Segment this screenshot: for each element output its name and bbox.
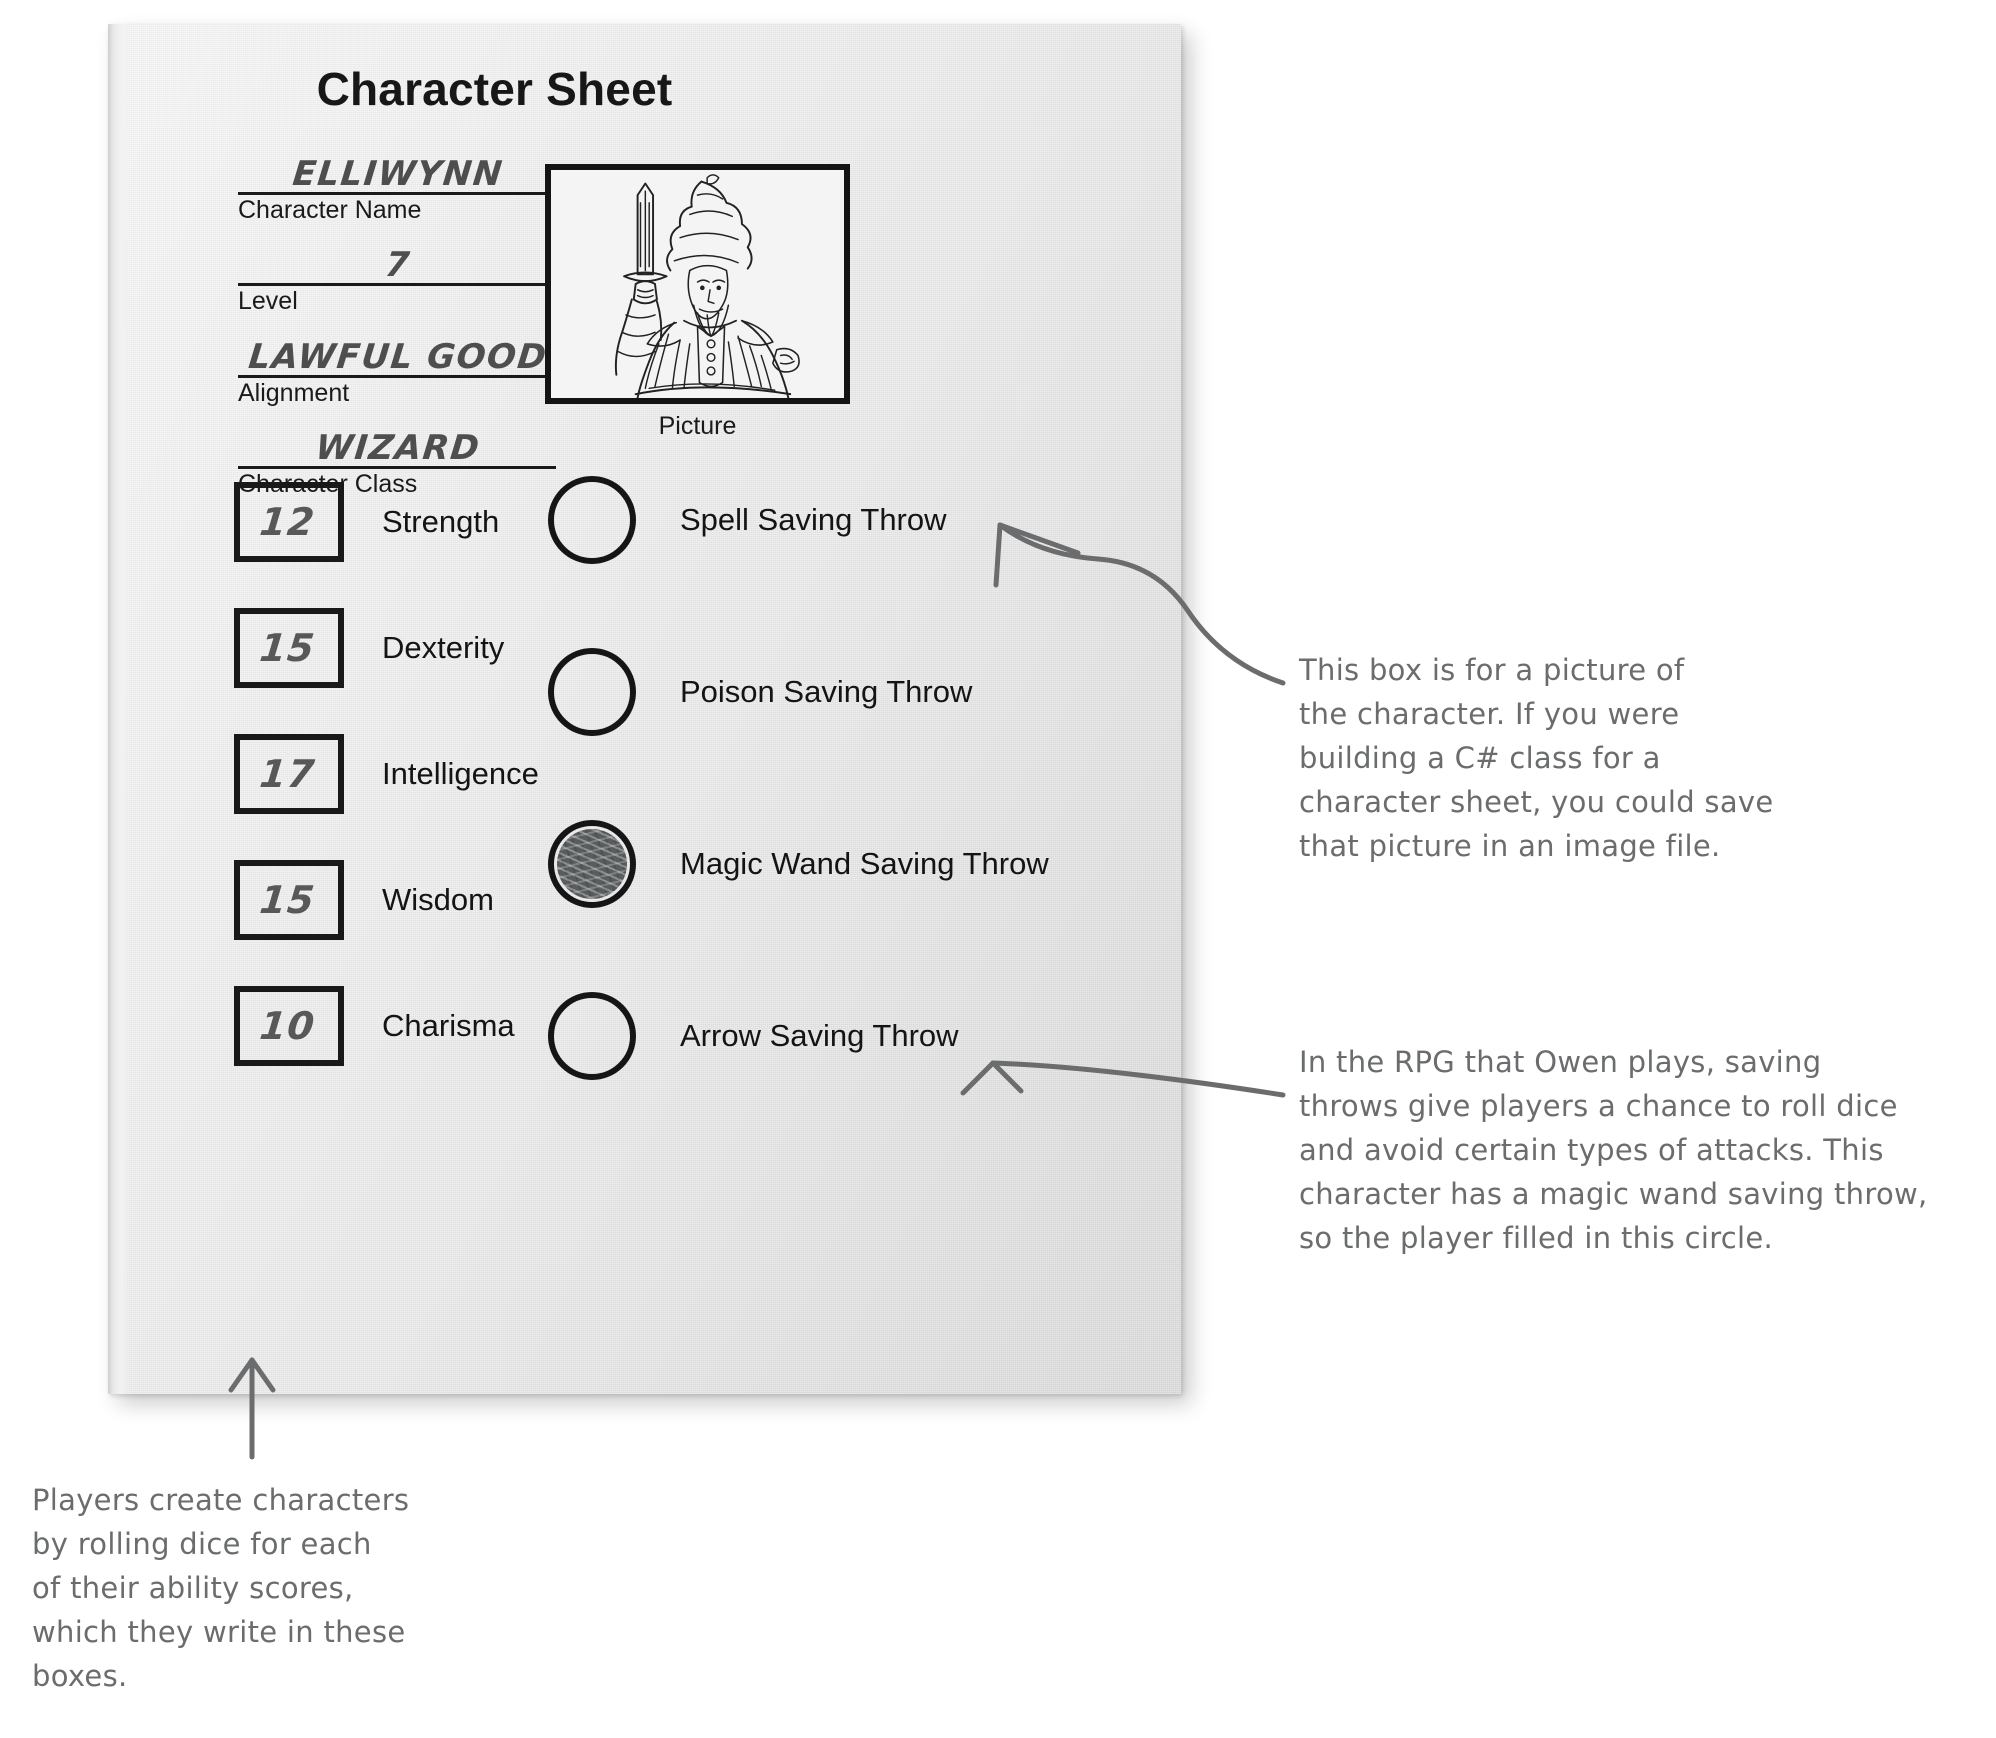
- ability-row-strength[interactable]: 12 Strength: [234, 482, 539, 562]
- annotation-picture-note: This box is for a picture of the charact…: [1299, 653, 1774, 864]
- ability-score-box: 17: [234, 734, 344, 814]
- saving-throw-label: Spell Saving Throw: [680, 502, 947, 538]
- character-picture-box[interactable]: [545, 164, 850, 404]
- saving-throw-row-arrow[interactable]: Arrow Saving Throw: [548, 988, 1049, 1084]
- ability-name-label: Intelligence: [382, 756, 539, 791]
- field-alignment[interactable]: LAWFUL GOOD Alignment: [238, 335, 558, 406]
- saving-throw-circle-spell[interactable]: [548, 476, 636, 564]
- ability-row-charisma[interactable]: 10 Charisma: [234, 986, 539, 1066]
- ability-score-value: 15: [257, 878, 317, 922]
- ability-score-box: 15: [234, 608, 344, 688]
- field-character-name[interactable]: ELLIWYNN Character Name: [238, 152, 558, 223]
- ability-score-box: 12: [234, 482, 344, 562]
- annotation-ability-boxes-note: Players create characters by rolling dic…: [32, 1483, 410, 1694]
- level-label: Level: [238, 287, 298, 316]
- level-value: 7: [383, 245, 413, 286]
- ability-name-label: Charisma: [382, 1008, 515, 1043]
- saving-throw-label: Arrow Saving Throw: [680, 1018, 959, 1054]
- saving-throw-row-spell[interactable]: Spell Saving Throw: [548, 472, 1049, 568]
- ability-row-dexterity[interactable]: 15 Dexterity: [234, 608, 539, 688]
- saving-throws-list: Spell Saving Throw Poison Saving Throw M…: [548, 472, 1049, 1160]
- character-class-value: WIZARD: [313, 427, 483, 468]
- ability-name-label: Strength: [382, 504, 500, 539]
- saving-throw-circle-poison[interactable]: [548, 648, 636, 736]
- field-level[interactable]: 7 Level: [238, 243, 558, 316]
- ability-score-value: 15: [257, 626, 317, 670]
- page-title: Character Sheet: [316, 63, 673, 115]
- character-name-value: ELLIWYNN: [290, 154, 506, 194]
- ability-name-label: Dexterity: [382, 630, 505, 665]
- character-sheet-paper: Character Sheet ELLIWYNN Character Name …: [108, 24, 1181, 1394]
- annotation-saving-throw-note: In the RPG that Owen plays, saving throw…: [1299, 1045, 1928, 1256]
- ability-row-intelligence[interactable]: 17 Intelligence: [234, 734, 539, 814]
- saving-throw-label: Magic Wand Saving Throw: [680, 846, 1049, 882]
- saving-throw-circle-magic-wand[interactable]: [548, 820, 636, 908]
- ability-score-value: 10: [257, 1004, 317, 1048]
- ability-name-label: Wisdom: [382, 882, 494, 917]
- ability-score-value: 17: [257, 752, 317, 796]
- character-fields: ELLIWYNN Character Name 7 Level LAWFUL G…: [238, 152, 558, 517]
- character-name-label: Character Name: [238, 196, 422, 224]
- ability-score-box: 15: [234, 860, 344, 940]
- saving-throw-row-magic-wand[interactable]: Magic Wand Saving Throw: [548, 816, 1049, 912]
- saving-throw-row-poison[interactable]: Poison Saving Throw: [548, 644, 1049, 740]
- screenshot-root: Character Sheet ELLIWYNN Character Name …: [0, 0, 1996, 1738]
- ability-scores-list: 12 Strength 15 Dexterity 17 Intelligence…: [234, 482, 539, 1112]
- saving-throw-circle-arrow[interactable]: [548, 992, 636, 1080]
- alignment-value: LAWFUL GOOD: [246, 336, 550, 377]
- ability-score-box: 10: [234, 986, 344, 1066]
- wizard-illustration-icon: [614, 174, 800, 398]
- ability-score-value: 12: [257, 500, 317, 544]
- picture-label: Picture: [658, 412, 737, 440]
- alignment-label: Alignment: [238, 378, 350, 407]
- saving-throw-label: Poison Saving Throw: [680, 674, 973, 710]
- ability-row-wisdom[interactable]: 15 Wisdom: [234, 860, 539, 940]
